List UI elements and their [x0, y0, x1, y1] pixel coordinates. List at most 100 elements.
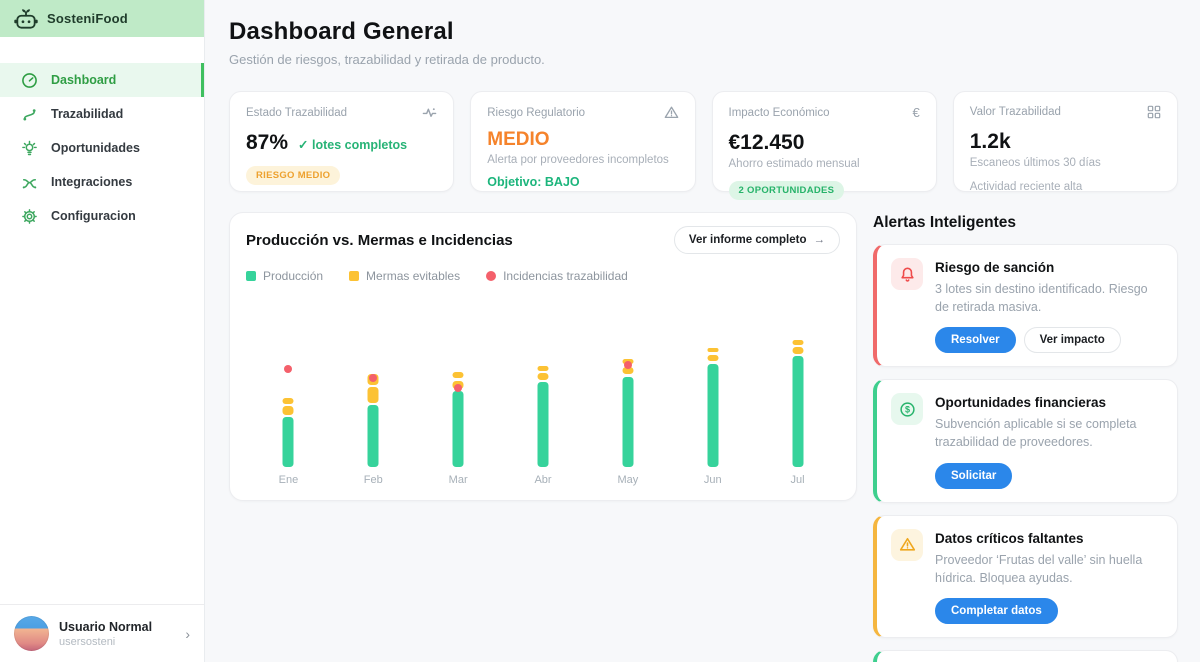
sidebar-nav: Dashboard Trazabilidad Oportunidades: [0, 63, 204, 233]
mermas-bar-segment: [283, 398, 294, 404]
sidebar-item-configuracion[interactable]: Configuracion: [0, 199, 204, 233]
legend-swatch-red: [486, 271, 496, 281]
mermas-bar-segment: [453, 372, 464, 378]
bar-chart-plot: [246, 289, 840, 467]
mermas-bar-segment: [792, 340, 803, 345]
alert-title: Oportunidades financieras: [935, 395, 1163, 410]
alert-preparacion-inspecciones: Preparación inspecciones Documentación l…: [873, 650, 1178, 662]
alert-title: Riesgo de sanción: [935, 260, 1163, 275]
alert-datos-criticos: Datos críticos faltantes Proveedor ‘Frut…: [873, 515, 1178, 638]
bar-group-jul: [755, 289, 840, 467]
bar-group-abr: [501, 289, 586, 467]
production-chart-card: Producción vs. Mermas e Incidencias Ver …: [229, 212, 857, 501]
solicitar-button[interactable]: Solicitar: [935, 463, 1012, 489]
produccion-bar: [283, 417, 294, 467]
produccion-bar: [707, 364, 718, 467]
sidebar-item-dashboard[interactable]: Dashboard: [0, 63, 204, 97]
sidebar: SosteniFood Dashboard Trazabilidad: [0, 0, 205, 662]
stat-desc: Ahorro estimado mensual: [729, 158, 920, 170]
user-menu[interactable]: Usuario Normal usersosteni ›: [0, 604, 204, 662]
completar-datos-button[interactable]: Completar datos: [935, 598, 1058, 624]
sidebar-item-label: Oportunidades: [51, 141, 140, 155]
incidencia-dot: [369, 374, 377, 382]
legend-swatch-green: [246, 271, 256, 281]
mermas-bar-segment: [707, 348, 718, 353]
x-axis-tick: Ene: [246, 474, 331, 486]
robot-leaf-logo-icon: [13, 6, 39, 32]
stat-card-estado-trazabilidad: Estado Trazabilidad 87% ✓ lotes completo…: [229, 91, 454, 192]
dollar-circle-icon: $: [891, 393, 923, 425]
sidebar-item-label: Trazabilidad: [51, 107, 123, 121]
bar-group-may: [585, 289, 670, 467]
bar-group-mar: [416, 289, 501, 467]
gear-icon: [21, 208, 38, 225]
stat-desc-secondary: Actividad reciente alta: [970, 181, 1161, 193]
x-axis-tick: Feb: [331, 474, 416, 486]
stat-title: Valor Trazabilidad: [970, 106, 1061, 118]
stat-card-impacto-economico: Impacto Económico € €12.450 Ahorro estim…: [712, 91, 937, 192]
alert-desc: 3 lotes sin destino identificado. Riesgo…: [935, 280, 1163, 316]
stat-title: Riesgo Regulatorio: [487, 107, 585, 119]
branch-icon: [21, 174, 38, 191]
produccion-bar: [622, 377, 633, 467]
chart-x-axis-labels: EneFebMarAbrMayJunJul: [246, 474, 840, 486]
stat-objective: Objetivo: BAJO: [487, 175, 678, 189]
stat-title: Estado Trazabilidad: [246, 107, 347, 119]
legend-incidencias: Incidencias trazabilidad: [486, 269, 628, 283]
stat-desc: Escaneos últimos 30 días: [970, 157, 1161, 169]
alert-triangle-icon: [664, 105, 679, 120]
chart-title: Producción vs. Mermas e Incidencias: [246, 232, 513, 249]
mermas-bar-segment: [538, 366, 549, 371]
sidebar-item-oportunidades[interactable]: Oportunidades: [0, 131, 204, 165]
avatar: [14, 616, 49, 651]
resolver-button[interactable]: Resolver: [935, 327, 1016, 353]
produccion-bar: [368, 405, 379, 467]
legend-swatch-yellow: [349, 271, 359, 281]
alert-oportunidades-financieras: $ Oportunidades financieras Subvención a…: [873, 379, 1178, 502]
arrow-right-icon: →: [814, 234, 826, 246]
sidebar-item-trazabilidad[interactable]: Trazabilidad: [0, 97, 204, 131]
stat-card-valor-trazabilidad: Valor Trazabilidad 1.2k Escaneos últimos…: [953, 91, 1178, 192]
stat-value-note: ✓ lotes completos: [298, 137, 407, 152]
activity-icon: [422, 105, 437, 120]
sidebar-item-label: Dashboard: [51, 73, 116, 87]
view-report-button[interactable]: Ver informe completo →: [674, 226, 840, 254]
incidencia-dot: [454, 384, 462, 392]
main-content: Dashboard General Gestión de riesgos, tr…: [205, 0, 1200, 662]
sidebar-item-integraciones[interactable]: Integraciones: [0, 165, 204, 199]
alert-desc: Proveedor ‘Frutas del valle’ sin huella …: [935, 551, 1163, 587]
alerts-heading: Alertas Inteligentes: [873, 214, 1178, 232]
produccion-bar: [792, 356, 803, 467]
incidencia-dot: [284, 365, 292, 373]
page-subtitle: Gestión de riesgos, trazabilidad y retir…: [229, 52, 1178, 67]
stats-row: Estado Trazabilidad 87% ✓ lotes completo…: [229, 91, 1178, 192]
stat-card-riesgo-regulatorio: Riesgo Regulatorio MEDIO Alerta por prov…: [470, 91, 695, 192]
x-axis-tick: Jul: [755, 474, 840, 486]
bar-group-jun: [670, 289, 755, 467]
route-icon: [21, 106, 38, 123]
status-badge: 2 OPORTUNIDADES: [729, 181, 845, 200]
qr-icon: [1147, 105, 1161, 119]
legend-produccion: Producción: [246, 269, 323, 283]
stat-desc: Alerta por proveedores incompletos: [487, 154, 678, 166]
alert-riesgo-sancion: Riesgo de sanción 3 lotes sin destino id…: [873, 244, 1178, 367]
produccion-bar: [453, 391, 464, 467]
euro-icon: €: [913, 105, 920, 120]
page-title: Dashboard General: [229, 18, 1178, 46]
x-axis-tick: Mar: [416, 474, 501, 486]
mermas-bar-segment: [707, 355, 718, 362]
mermas-bar-segment: [368, 387, 379, 402]
logo: SosteniFood: [0, 0, 204, 37]
mermas-bar-segment: [283, 406, 294, 414]
chevron-right-icon: ›: [185, 626, 190, 642]
stat-value: 87%: [246, 131, 288, 155]
status-badge: RIESGO MEDIO: [246, 166, 340, 185]
gauge-icon: [21, 72, 38, 89]
sidebar-item-label: Configuracion: [51, 209, 136, 223]
ver-impacto-button[interactable]: Ver impacto: [1024, 327, 1121, 353]
view-report-label: Ver informe completo: [689, 234, 807, 246]
produccion-bar: [538, 382, 549, 467]
sidebar-item-label: Integraciones: [51, 175, 132, 189]
x-axis-tick: Jun: [670, 474, 755, 486]
legend-mermas: Mermas evitables: [349, 269, 460, 283]
